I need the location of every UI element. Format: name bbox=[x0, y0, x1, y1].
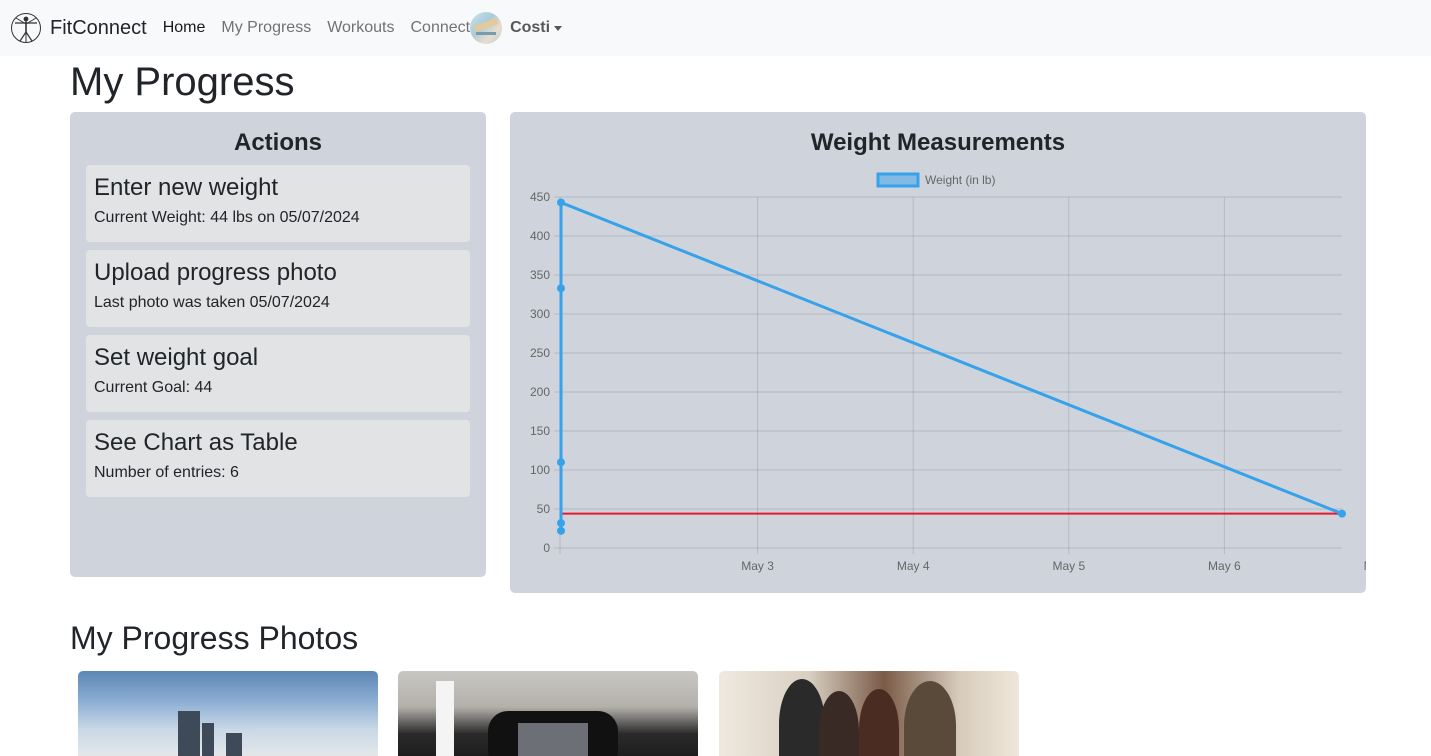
weight-data-point bbox=[557, 519, 565, 528]
nav-link-connect[interactable]: Connect bbox=[410, 19, 470, 37]
chart-panel: Weight Measurements 0 50 100 150 200 250 300 35… bbox=[510, 112, 1366, 593]
weight-data-point bbox=[557, 198, 565, 207]
card-title: See Chart as Table bbox=[94, 429, 298, 456]
y-tick-label: 400 bbox=[530, 229, 550, 243]
y-tick-label: 250 bbox=[530, 346, 550, 360]
x-tick-label: May 5 bbox=[1052, 559, 1085, 573]
y-tick-label: 150 bbox=[530, 424, 550, 438]
page-title: My Progress bbox=[70, 60, 295, 104]
weight-data-point bbox=[557, 284, 565, 293]
caret-down-icon bbox=[554, 25, 563, 31]
card-title: Upload progress photo bbox=[94, 259, 337, 286]
card-subtitle: Current Weight: 44 lbs on 05/07/2024 bbox=[94, 209, 360, 226]
x-tick-label: May 7 bbox=[1364, 559, 1366, 573]
gamepad-screen-shape bbox=[518, 723, 588, 756]
person-shape bbox=[859, 689, 899, 756]
set-weight-goal-card[interactable]: Set weight goal Current Goal: 44 bbox=[86, 335, 470, 412]
avatar bbox=[470, 12, 503, 44]
weight-data-point bbox=[557, 526, 565, 535]
brand-link[interactable]: FitConnect bbox=[10, 12, 147, 44]
nav-links: Home My Progress Workouts Connect bbox=[163, 19, 486, 37]
user-dropdown[interactable]: Costi bbox=[470, 12, 563, 44]
card-subtitle: Current Goal: 44 bbox=[94, 379, 213, 396]
y-tick-label: 0 bbox=[543, 541, 550, 555]
person-shape bbox=[819, 691, 859, 756]
y-tick-label: 200 bbox=[530, 385, 550, 399]
building-shape bbox=[202, 723, 214, 756]
progress-photos-title: My Progress Photos bbox=[70, 620, 359, 656]
actions-title: Actions bbox=[233, 129, 322, 156]
weight-data-point bbox=[1338, 509, 1346, 518]
building-shape bbox=[178, 711, 200, 756]
legend-label: Weight (in lb) bbox=[925, 173, 995, 187]
progress-photo-1[interactable] bbox=[78, 671, 378, 756]
weight-line-chart[interactable]: 0 50 100 150 200 250 300 350 400 450 May 3 May 4 May… bbox=[510, 112, 1366, 593]
x-tick-label: May 3 bbox=[741, 559, 774, 573]
x-tick-label: May 4 bbox=[897, 559, 930, 573]
weight-data-point bbox=[557, 458, 565, 467]
card-title: Set weight goal bbox=[94, 344, 259, 371]
user-name: Costi bbox=[510, 19, 551, 36]
card-title: Enter new weight bbox=[94, 174, 279, 201]
actions-panel: Actions Enter new weight Current Weight:… bbox=[70, 112, 486, 577]
y-tick-label: 450 bbox=[530, 190, 550, 204]
progress-photo-3[interactable] bbox=[719, 671, 1019, 756]
vitruvian-logo-icon bbox=[11, 13, 41, 43]
navbar: FitConnect Home My Progress Workouts Con… bbox=[0, 0, 1431, 56]
x-tick-label: May 6 bbox=[1208, 559, 1241, 573]
y-tick-label: 350 bbox=[530, 268, 550, 282]
legend-swatch bbox=[876, 172, 920, 188]
nav-link-my-progress[interactable]: My Progress bbox=[221, 19, 311, 37]
console-shape bbox=[436, 681, 454, 756]
brand-name: FitConnect bbox=[50, 16, 147, 39]
see-chart-as-table-card[interactable]: See Chart as Table Number of entries: 6 bbox=[86, 420, 470, 497]
y-tick-label: 300 bbox=[530, 307, 550, 321]
nav-link-workouts[interactable]: Workouts bbox=[327, 19, 394, 37]
progress-photo-2[interactable] bbox=[398, 671, 698, 756]
upload-progress-photo-card[interactable]: Upload progress photo Last photo was tak… bbox=[86, 250, 470, 327]
enter-new-weight-card[interactable]: Enter new weight Current Weight: 44 lbs … bbox=[86, 165, 470, 242]
y-tick-label: 50 bbox=[537, 502, 551, 516]
card-subtitle: Last photo was taken 05/07/2024 bbox=[94, 294, 330, 311]
nav-link-home[interactable]: Home bbox=[163, 19, 206, 37]
person-shape bbox=[904, 681, 956, 756]
building-shape bbox=[226, 733, 242, 756]
y-tick-label: 100 bbox=[530, 463, 550, 477]
card-subtitle: Number of entries: 6 bbox=[94, 464, 239, 481]
